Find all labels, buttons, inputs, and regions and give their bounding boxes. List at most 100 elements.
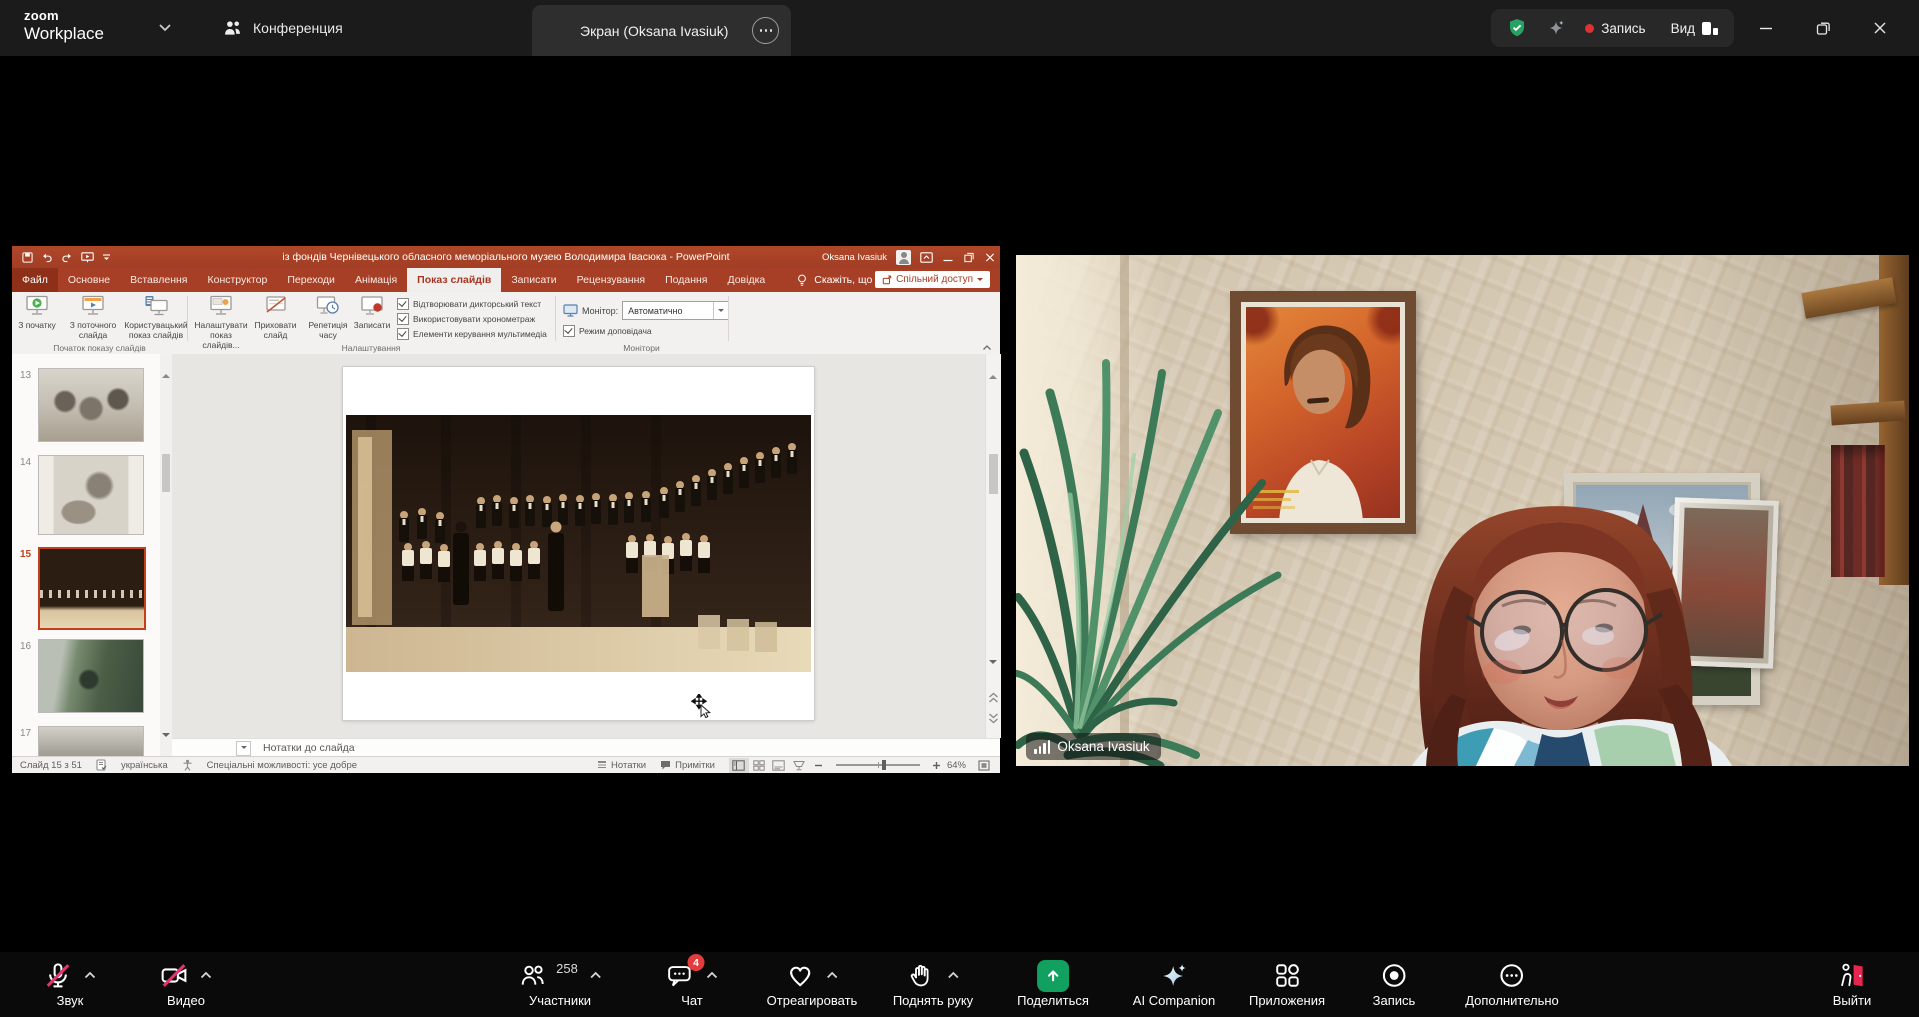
record-slideshow-button[interactable]: Записати xyxy=(350,294,394,330)
media-controls-checkbox[interactable]: Елементи керування мультимедіа xyxy=(397,328,547,340)
comments-toggle[interactable]: Примітки xyxy=(660,760,715,771)
zoom-level-status[interactable]: 64% xyxy=(947,760,966,771)
ppt-tab-file[interactable]: Файл xyxy=(12,268,58,292)
ppt-share-button[interactable]: Спільний доступ xyxy=(875,271,990,288)
ppt-minimize-icon[interactable] xyxy=(942,252,954,263)
setup-slideshow-button[interactable]: Налаштувати показ слайдів... xyxy=(192,294,250,350)
ppt-tab-insert[interactable]: Вставлення xyxy=(120,268,197,292)
view-button[interactable]: Вид xyxy=(1671,21,1718,36)
scroll-up-icon[interactable] xyxy=(162,357,170,375)
audio-button[interactable]: Звук xyxy=(44,959,97,1008)
ppt-close-icon[interactable] xyxy=(984,252,996,263)
monitor-dropdown[interactable]: Автоматично xyxy=(622,301,729,320)
ai-sparkle-icon[interactable] xyxy=(1546,18,1566,38)
zoom-out-button[interactable] xyxy=(809,758,829,773)
ppt-account-avatar[interactable] xyxy=(896,250,911,265)
raise-hand-options-chevron-icon[interactable] xyxy=(946,971,959,980)
ppt-restore-icon[interactable] xyxy=(963,252,975,263)
zoom-in-button[interactable] xyxy=(927,758,947,773)
notes-toggle[interactable]: Нотатки xyxy=(597,760,646,771)
video-button[interactable]: Видео xyxy=(160,959,213,1008)
raise-hand-button[interactable]: Поднять руку xyxy=(893,959,973,1008)
ppt-tab-view[interactable]: Подання xyxy=(655,268,717,292)
normal-view-button[interactable] xyxy=(729,758,749,773)
slide-14-thumbnail[interactable] xyxy=(38,455,144,535)
notes-splitter-icon[interactable] xyxy=(236,741,251,756)
security-shield-icon[interactable] xyxy=(1507,18,1527,38)
notes-bar[interactable]: Нотатки до слайда xyxy=(172,738,1000,757)
react-options-chevron-icon[interactable] xyxy=(826,971,839,980)
customize-qat-chevron-icon[interactable] xyxy=(102,252,111,263)
participants-options-chevron-icon[interactable] xyxy=(589,971,602,980)
tab-screen-share[interactable]: Экран (Oksana Ivasiuk) xyxy=(532,5,791,56)
video-options-chevron-icon[interactable] xyxy=(200,971,213,980)
play-narrations-checkbox[interactable]: Відтворювати дикторський текст xyxy=(397,298,541,310)
ppt-tab-animations[interactable]: Анімація xyxy=(345,268,407,292)
slide-sorter-view-button[interactable] xyxy=(749,758,769,773)
previous-slide-button[interactable] xyxy=(988,692,999,704)
window-close-button[interactable] xyxy=(1866,14,1894,42)
ppt-tab-help[interactable]: Довідка xyxy=(717,268,775,292)
scrollbar-thumb[interactable] xyxy=(989,454,998,494)
window-restore-button[interactable] xyxy=(1809,14,1837,42)
proofing-icon[interactable] xyxy=(96,759,107,771)
window-minimize-button[interactable] xyxy=(1752,14,1780,42)
chat-options-chevron-icon[interactable] xyxy=(706,971,719,980)
fit-slide-button[interactable] xyxy=(974,758,994,773)
slide-13-thumbnail[interactable] xyxy=(38,368,144,442)
slide-17-thumbnail[interactable] xyxy=(38,726,144,756)
workspace-chevron-down-icon[interactable] xyxy=(158,23,172,32)
chat-button[interactable]: 4 Чат xyxy=(666,959,719,1008)
slide-16-thumbnail[interactable] xyxy=(38,639,144,713)
accessibility-icon[interactable] xyxy=(182,759,193,771)
language-status[interactable]: українська xyxy=(121,760,168,771)
participants-button[interactable]: 258 Участники xyxy=(518,959,602,1008)
hide-slide-button[interactable]: Приховати слайд xyxy=(252,294,299,340)
undo-icon[interactable] xyxy=(41,252,53,263)
react-button[interactable]: Отреагировать xyxy=(767,959,858,1008)
slide-canvas[interactable] xyxy=(343,367,814,720)
apps-button[interactable]: Приложения xyxy=(1249,959,1325,1008)
record-button[interactable]: Запись xyxy=(1373,959,1416,1008)
ppt-tab-design[interactable]: Конструктор xyxy=(197,268,277,292)
save-icon[interactable] xyxy=(22,252,33,263)
audio-options-chevron-icon[interactable] xyxy=(84,971,97,980)
tab-options-ellipsis-icon[interactable] xyxy=(752,17,779,44)
zoom-slider[interactable] xyxy=(836,764,920,766)
scrollbar-thumb[interactable] xyxy=(162,454,170,492)
leave-button[interactable]: Выйти xyxy=(1833,959,1872,1008)
ai-companion-button[interactable]: AI Companion xyxy=(1133,959,1215,1008)
ppt-tab-review[interactable]: Рецензування xyxy=(567,268,655,292)
redo-icon[interactable] xyxy=(61,252,73,263)
slide-photo-choir[interactable] xyxy=(346,415,811,672)
ppt-tab-slideshow[interactable]: Показ слайдів xyxy=(407,268,501,292)
from-current-slide-button[interactable]: З поточного слайда xyxy=(60,294,126,340)
slideshow-view-button[interactable] xyxy=(789,758,809,773)
scroll-up-icon[interactable] xyxy=(989,358,997,376)
start-slideshow-icon[interactable] xyxy=(81,252,94,263)
tab-conference[interactable]: Конференция xyxy=(222,0,343,56)
group-setup-label: Налаштування xyxy=(187,343,555,353)
presenter-view-checkbox[interactable]: Режим доповідача xyxy=(563,325,652,337)
zoom-slider-thumb[interactable] xyxy=(882,760,886,771)
rehearse-timings-button[interactable]: Репетиція часу xyxy=(306,294,350,340)
use-timings-checkbox[interactable]: Використовувати хронометраж xyxy=(397,313,535,325)
document-scrollbar[interactable] xyxy=(985,354,1001,738)
reading-view-button[interactable] xyxy=(769,758,789,773)
slide-15-thumbnail-selected[interactable] xyxy=(38,547,146,630)
scroll-down-icon[interactable] xyxy=(162,737,170,755)
custom-slideshow-button[interactable]: Користувацький показ слайдів xyxy=(126,294,186,340)
next-slide-button[interactable] xyxy=(988,712,999,724)
collapse-ribbon-chevron-icon[interactable] xyxy=(982,344,992,351)
share-screen-button[interactable]: Поделиться xyxy=(1017,959,1089,1008)
more-button[interactable]: Дополнительно xyxy=(1465,959,1559,1008)
accessibility-status[interactable]: Спеціальні можливості: усе добре xyxy=(207,760,357,771)
slide-editing-area[interactable] xyxy=(172,354,985,738)
ribbon-display-options-icon[interactable] xyxy=(920,252,933,263)
participant-name: Oksana Ivasiuk xyxy=(1057,739,1149,754)
ppt-tab-transitions[interactable]: Переходи xyxy=(277,268,345,292)
scroll-down-icon[interactable] xyxy=(989,664,997,682)
ppt-tab-home[interactable]: Основне xyxy=(58,268,120,292)
ppt-tab-record[interactable]: Записати xyxy=(501,268,566,292)
from-start-button[interactable]: З початку xyxy=(14,294,60,330)
